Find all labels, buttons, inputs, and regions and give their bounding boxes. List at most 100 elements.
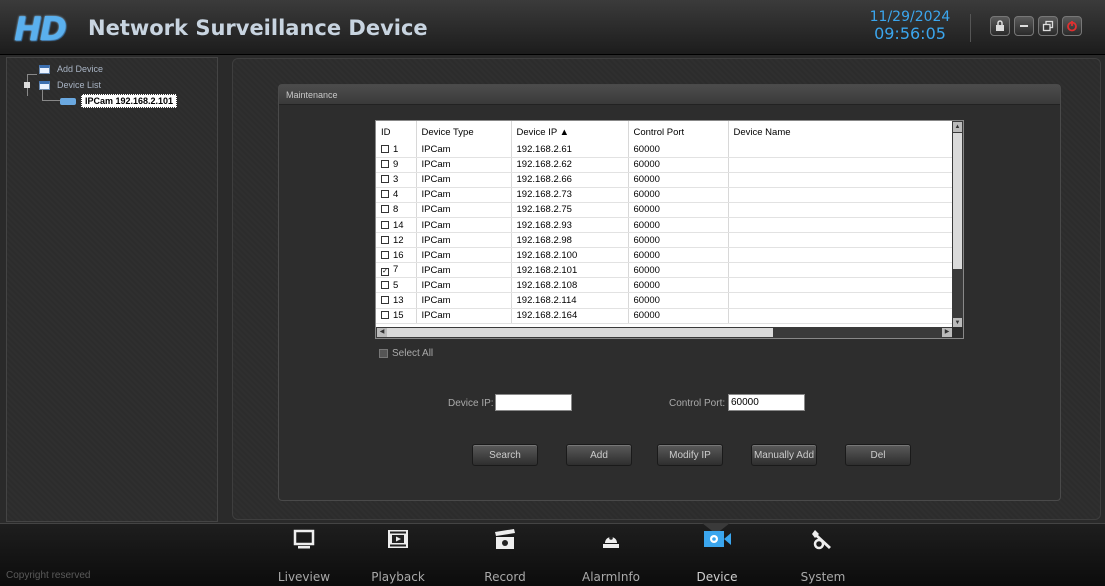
restore-button[interactable]: [1038, 16, 1058, 36]
cell-device-name: [728, 142, 953, 158]
cell-device-type: IPCam: [416, 157, 512, 173]
nav-alarminfo[interactable]: AlarmInfo: [576, 525, 646, 586]
scroll-thumb[interactable]: [953, 133, 962, 269]
device-ip-input[interactable]: [495, 394, 572, 411]
tree-label-device-list: Device List: [57, 80, 102, 90]
row-checkbox[interactable]: [381, 160, 389, 169]
app-title: Network Surveillance Device: [88, 16, 428, 40]
row-checkbox[interactable]: [381, 235, 389, 244]
table-row[interactable]: 9 IPCam 192.168.2.62 60000: [376, 157, 953, 173]
row-checkbox[interactable]: [381, 295, 389, 304]
cell-device-name: [728, 247, 953, 264]
cell-id: ✓ 7: [376, 262, 417, 279]
lock-icon: [996, 20, 1004, 31]
device-ip-label: Device IP:: [448, 398, 494, 409]
nav-device[interactable]: Device: [682, 525, 752, 586]
cell-device-type: IPCam: [416, 202, 512, 218]
row-checkbox[interactable]: [381, 175, 389, 184]
cell-device-name: [728, 202, 953, 218]
nav-playback[interactable]: Playback: [363, 525, 433, 586]
row-checkbox[interactable]: ✓: [381, 268, 389, 277]
nav-record[interactable]: Record: [470, 525, 540, 586]
nav-label: Record: [484, 570, 526, 584]
nav-label: AlarmInfo: [581, 570, 641, 584]
cell-control-port: 60000: [628, 277, 729, 294]
del-button[interactable]: Del: [845, 444, 911, 466]
row-checkbox[interactable]: [381, 205, 389, 214]
wrench-gear-icon: [812, 530, 831, 550]
table-row[interactable]: 8 IPCam 192.168.2.75 60000: [376, 202, 953, 218]
cell-device-type: IPCam: [416, 277, 512, 294]
cell-id: 5: [376, 277, 417, 294]
tree-label-add-device: Add Device: [57, 64, 104, 74]
lock-button[interactable]: [990, 16, 1010, 36]
row-checkbox[interactable]: [381, 190, 389, 199]
tree-label-ipcam: IPCam 192.168.2.101: [81, 94, 178, 108]
power-icon: [1067, 21, 1077, 32]
cell-id: 3: [376, 172, 417, 188]
checkbox-icon[interactable]: [379, 349, 388, 358]
table-row[interactable]: 3 IPCam 192.168.2.66 60000: [376, 172, 953, 188]
table-row[interactable]: 16 IPCam 192.168.2.100 60000: [376, 247, 953, 264]
scroll-up-icon[interactable]: ▲: [953, 122, 962, 132]
row-checkbox[interactable]: [381, 250, 389, 259]
row-checkbox[interactable]: [381, 220, 389, 229]
scroll-left-icon[interactable]: ◀: [377, 328, 387, 337]
search-button[interactable]: Search: [472, 444, 538, 466]
nav-label: Playback: [371, 570, 425, 584]
cell-id: 14: [376, 217, 417, 234]
column-header-control-port[interactable]: Control Port: [628, 121, 729, 142]
row-id: 15: [393, 310, 404, 322]
scroll-thumb[interactable]: [387, 328, 773, 337]
cell-id: 13: [376, 292, 417, 309]
cell-id: 15: [376, 308, 417, 324]
clapperboard-icon: [495, 529, 515, 549]
nav-system[interactable]: System: [788, 525, 858, 586]
row-id: 7: [393, 264, 399, 276]
tree-item-add-device[interactable]: Add Device: [39, 64, 103, 74]
cell-device-ip: 192.168.2.100: [511, 247, 629, 264]
column-header-device-type[interactable]: Device Type: [416, 121, 512, 142]
scroll-right-icon[interactable]: ▶: [942, 328, 952, 337]
tree-item-device-list[interactable]: Device List: [24, 80, 101, 90]
table-row[interactable]: 5 IPCam 192.168.2.108 60000: [376, 277, 953, 294]
cell-device-type: IPCam: [416, 232, 512, 249]
row-checkbox[interactable]: [381, 311, 389, 320]
column-header-id[interactable]: ID: [376, 121, 417, 142]
table-row[interactable]: 12 IPCam 192.168.2.98 60000: [376, 232, 953, 249]
power-button[interactable]: [1062, 16, 1082, 36]
table-row[interactable]: 13 IPCam 192.168.2.114 60000: [376, 292, 953, 309]
device-table[interactable]: ID Device Type Device IP ▲ Control Port …: [375, 120, 964, 339]
control-port-input[interactable]: [728, 394, 805, 411]
column-header-device-name[interactable]: Device Name: [728, 121, 953, 142]
monitor-icon: [293, 529, 315, 549]
cell-id: 16: [376, 247, 417, 264]
cell-device-ip: 192.168.2.93: [511, 217, 629, 234]
cell-device-type: IPCam: [416, 172, 512, 188]
table-row[interactable]: 1 IPCam 192.168.2.61 60000: [376, 142, 953, 158]
cell-control-port: 60000: [628, 157, 729, 173]
cell-control-port: 60000: [628, 142, 729, 158]
nav-liveview[interactable]: Liveview: [269, 525, 339, 586]
manually-add-button[interactable]: Manually Add: [751, 444, 817, 466]
table-row[interactable]: 14 IPCam 192.168.2.93 60000: [376, 217, 953, 234]
tree-item-ipcam[interactable]: IPCam 192.168.2.101: [60, 94, 178, 108]
table-row[interactable]: 15 IPCam 192.168.2.164 60000: [376, 308, 953, 324]
select-all-label: Select All: [392, 348, 434, 359]
row-checkbox[interactable]: [381, 280, 389, 289]
table-header-row: ID Device Type Device IP ▲ Control Port …: [376, 121, 953, 142]
cell-control-port: 60000: [628, 187, 729, 203]
cell-id: 9: [376, 157, 417, 173]
row-id: 12: [393, 234, 404, 246]
select-all-checkbox[interactable]: Select All: [379, 348, 433, 359]
vertical-scrollbar[interactable]: ▲ ▼: [952, 121, 963, 329]
add-button[interactable]: Add: [566, 444, 632, 466]
minimize-button[interactable]: [1014, 16, 1034, 36]
modify-ip-button[interactable]: Modify IP: [657, 444, 723, 466]
table-row[interactable]: 4 IPCam 192.168.2.73 60000: [376, 187, 953, 203]
column-header-device-ip[interactable]: Device IP ▲: [511, 121, 629, 142]
table-row[interactable]: ✓ 7 IPCam 192.168.2.101 60000: [376, 262, 953, 279]
collapse-toggle-icon[interactable]: [24, 82, 30, 88]
horizontal-scrollbar[interactable]: ◀ ▶: [376, 327, 953, 338]
row-checkbox[interactable]: [381, 144, 389, 153]
